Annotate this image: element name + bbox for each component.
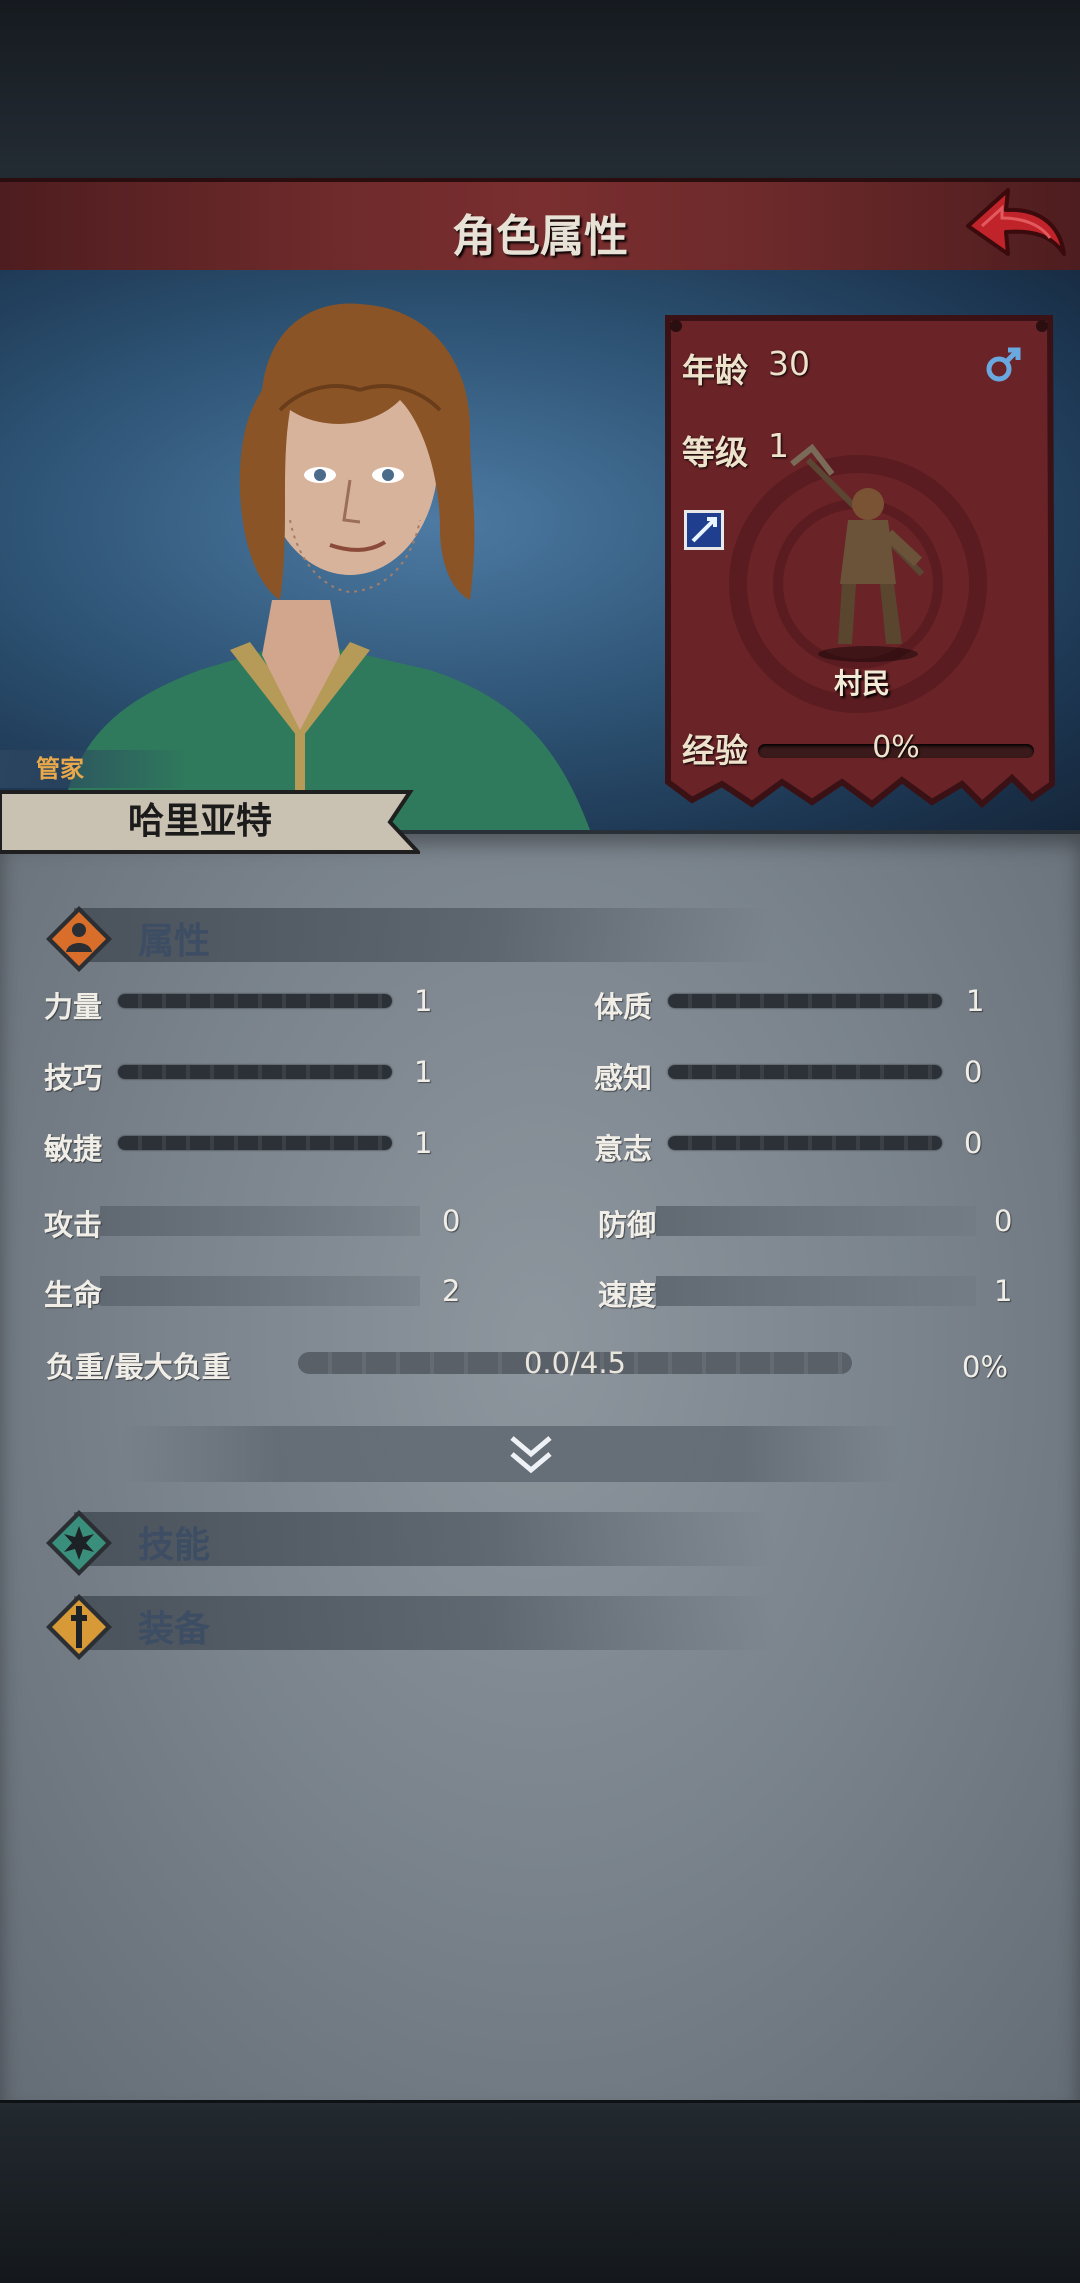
stat-label-defense: 防御 [598, 1208, 657, 1242]
stat-bar-agility [118, 1136, 392, 1150]
stat-strip-attack [100, 1206, 420, 1236]
stat-label-speed: 速度 [598, 1278, 657, 1312]
stat-label-will: 意志 [594, 1132, 653, 1166]
stat-value-constitution: 1 [966, 984, 985, 1018]
level-label: 等级 [682, 433, 748, 472]
stat-label-agility: 敏捷 [44, 1132, 103, 1166]
expand-button[interactable] [120, 1426, 900, 1482]
stat-value-agility: 1 [414, 1126, 433, 1160]
stat-label-skill: 技巧 [44, 1061, 103, 1095]
stat-label-life: 生命 [44, 1278, 103, 1312]
character-name: 哈里亚特 [127, 801, 272, 842]
stat-value-skill: 1 [414, 1055, 433, 1089]
section-header-attributes[interactable]: 属性 [44, 904, 804, 972]
stat-label-constitution: 体质 [594, 990, 653, 1024]
stat-strip-defense [656, 1206, 976, 1236]
title-bar: 角色属性 [0, 178, 1080, 280]
attribute-icon [46, 906, 112, 972]
stat-value-strength: 1 [414, 984, 433, 1018]
page-title: 角色属性 [452, 211, 628, 262]
sword-icon [691, 517, 717, 543]
villager-figure-icon [790, 444, 925, 662]
double-chevron-down-icon [510, 1436, 552, 1474]
section-title-equipment: 装备 [138, 1609, 211, 1650]
name-banner: 哈里亚特 [0, 790, 420, 854]
character-info-card: 年龄 30 等级 1 村民 经验 0% [662, 314, 1056, 814]
class-name: 村民 [833, 667, 890, 700]
stat-value-will: 0 [964, 1126, 983, 1160]
stat-value-life: 2 [442, 1274, 461, 1308]
stat-bar-constitution [668, 994, 942, 1008]
stat-value-attack: 0 [442, 1204, 461, 1238]
stat-bar-will [668, 1136, 942, 1150]
section-header-skills[interactable]: 技能 [44, 1508, 804, 1576]
stat-strip-life [100, 1276, 420, 1306]
male-icon [986, 347, 1021, 382]
stat-value-perception: 0 [964, 1055, 983, 1089]
stat-label-attack: 攻击 [44, 1208, 103, 1242]
stat-value-speed: 1 [994, 1274, 1013, 1308]
equipment-icon [46, 1594, 112, 1660]
exp-value: 0% [872, 730, 920, 765]
stat-bar-perception [668, 1065, 942, 1079]
stat-label-perception: 感知 [594, 1061, 653, 1095]
stat-label-strength: 力量 [44, 990, 103, 1024]
character-portrait [60, 303, 590, 830]
weapon-slot[interactable] [684, 510, 724, 550]
section-title-skills: 技能 [138, 1525, 211, 1566]
stat-strip-speed [656, 1276, 976, 1306]
exp-label: 经验 [682, 731, 748, 770]
role-tag: 管家 [0, 750, 190, 788]
stat-bar-skill [118, 1065, 392, 1079]
section-header-equipment[interactable]: 装备 [44, 1592, 804, 1660]
age-label: 年龄 [682, 351, 748, 390]
load-percent: 0% [962, 1350, 1009, 1384]
load-value: 0.0/4.5 [523, 1346, 626, 1380]
bottom-bar [0, 2100, 1080, 2283]
back-button[interactable] [960, 184, 1070, 270]
status-area [0, 0, 1080, 178]
load-label: 负重/最大负重 [46, 1350, 231, 1384]
stat-value-defense: 0 [994, 1204, 1013, 1238]
section-title-attributes: 属性 [138, 921, 211, 962]
age-value: 30 [768, 344, 810, 383]
stat-bar-strength [118, 994, 392, 1008]
back-arrow-icon [966, 188, 1066, 256]
skill-icon [46, 1510, 112, 1576]
